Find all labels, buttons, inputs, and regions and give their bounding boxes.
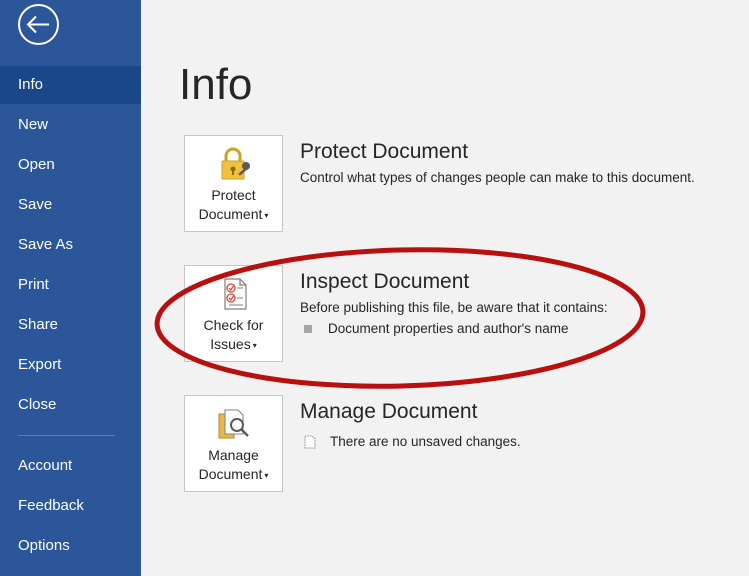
- checklist-icon: [224, 278, 247, 310]
- nav-item-close[interactable]: Close: [0, 386, 141, 424]
- dropdown-arrow-icon: ▾: [264, 470, 269, 480]
- protect-document-title: Protect Document: [300, 140, 469, 163]
- nav-item-feedback[interactable]: Feedback: [0, 487, 141, 525]
- manage-status-row: There are no unsaved changes.: [304, 434, 521, 449]
- nav-item-save[interactable]: Save: [0, 186, 141, 224]
- nav-item-new[interactable]: New: [0, 106, 141, 144]
- inspect-document-description: Before publishing this file, be aware th…: [300, 300, 608, 315]
- check-for-issues-button[interactable]: Check for Issues ▾: [184, 265, 283, 362]
- manage-document-button[interactable]: Manage Document ▾: [184, 395, 283, 492]
- back-button[interactable]: [17, 3, 60, 46]
- nav-item-info[interactable]: Info: [0, 66, 141, 104]
- inspect-bullet-text: Document properties and author's name: [328, 321, 569, 336]
- dropdown-arrow-icon: ▾: [252, 340, 257, 350]
- nav-item-open[interactable]: Open: [0, 146, 141, 184]
- sidebar-divider: [18, 435, 115, 436]
- document-icon: [304, 435, 316, 448]
- backstage-sidebar: Info New Open Save Save As Print Share E…: [0, 0, 141, 576]
- nav-item-save-as[interactable]: Save As: [0, 226, 141, 264]
- inspect-bullet-item: Document properties and author's name: [304, 321, 568, 336]
- protect-document-label: Protect Document ▾: [198, 187, 269, 222]
- manage-status-text: There are no unsaved changes.: [330, 434, 521, 449]
- nav-item-export[interactable]: Export: [0, 346, 141, 384]
- page-title: Info: [179, 60, 253, 109]
- nav-item-share[interactable]: Share: [0, 306, 141, 344]
- protect-document-button[interactable]: Protect Document ▾: [184, 135, 283, 232]
- nav-item-account[interactable]: Account: [0, 447, 141, 485]
- padlock-key-icon: [221, 147, 250, 180]
- document-search-icon: [218, 409, 249, 439]
- inspect-document-title: Inspect Document: [300, 270, 470, 293]
- check-for-issues-label: Check for Issues ▾: [203, 317, 264, 352]
- info-pane: Info Protect Document ▾ Protect Document …: [141, 0, 749, 576]
- dropdown-arrow-icon: ▾: [264, 210, 269, 220]
- nav-item-print[interactable]: Print: [0, 266, 141, 304]
- manage-document-label: Manage Document ▾: [198, 447, 269, 482]
- protect-document-description: Control what types of changes people can…: [300, 170, 695, 185]
- nav-item-options[interactable]: Options: [0, 527, 141, 565]
- bullet-square-icon: [304, 324, 312, 333]
- back-arrow-icon: [18, 4, 59, 45]
- manage-document-title: Manage Document: [300, 400, 478, 423]
